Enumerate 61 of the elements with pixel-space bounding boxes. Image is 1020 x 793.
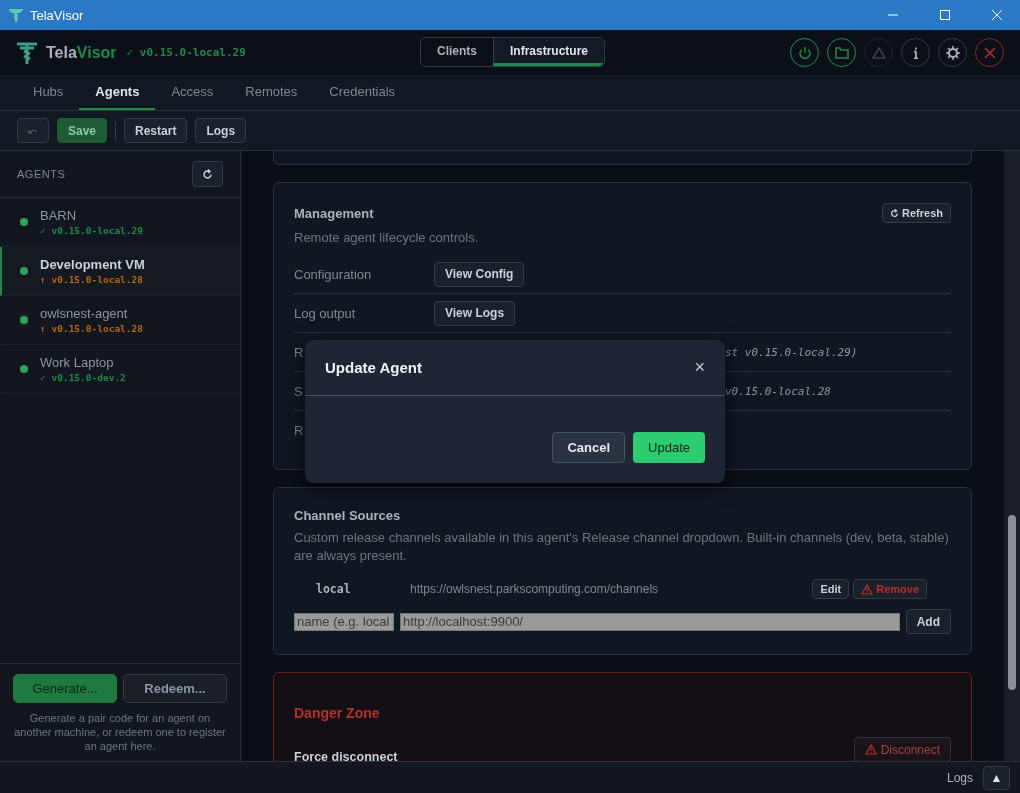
- section-title: Channel Sources: [294, 508, 402, 523]
- view-button[interactable]: View Config: [434, 261, 525, 287]
- pairing-hint: Generate a pair code for an agent on another machine, or redeem one to register an agent here.: [13, 711, 227, 753]
- close-button[interactable]: ×: [694, 357, 705, 378]
- cancel-button[interactable]: Cancel: [552, 432, 626, 463]
- section-description: Custom release channels available in this agent's Release channel dropdown. Built-in channels (dev, beta, stable) are always present.: [294, 529, 950, 565]
- refresh-icon: [890, 208, 900, 218]
- refresh-button[interactable]: Refresh: [882, 203, 951, 223]
- edit-button[interactable]: Edit: [812, 579, 850, 599]
- dialog-title: Update Agent: [325, 359, 422, 376]
- url-field[interactable]: http://localhost:9900/: [400, 612, 900, 631]
- channel-name: local: [315, 582, 352, 596]
- scrollbar[interactable]: [1004, 151, 1020, 761]
- toolbar-button[interactable]: Logs: [195, 118, 247, 143]
- agent-version: ↑ v0.15.0-local.28: [40, 323, 143, 334]
- channel-url: https://owlsnest.parkscomputing.com/channels: [410, 582, 660, 596]
- mode-tab[interactable]: Clients: [421, 38, 493, 66]
- row-label: R: [294, 344, 305, 360]
- brand-name: TelaVisor: [46, 43, 117, 62]
- window-title: TelaVisor: [30, 7, 84, 23]
- agent-item[interactable]: Development VM ↑ v0.15.0-local.28: [0, 247, 240, 296]
- row-value: v0.15.0-local.28: [724, 384, 832, 398]
- row-label: R: [294, 422, 305, 438]
- agent-version: ✓ v0.15.0-dev.2: [40, 372, 126, 383]
- agent-name: BARN: [40, 208, 78, 223]
- view-button[interactable]: View Logs: [434, 300, 516, 326]
- agent-name: owlsnest-agent: [40, 306, 129, 321]
- app-logo-icon: [8, 7, 24, 23]
- agent-item[interactable]: Work Laptop ✓ v0.15.0-dev.2: [0, 345, 240, 394]
- nav-tab[interactable]: Credentials: [313, 75, 412, 110]
- warning-icon: [864, 744, 877, 755]
- section-title: Danger Zone: [294, 705, 381, 721]
- agent-name: Work Laptop: [40, 355, 115, 370]
- agent-item[interactable]: owlsnest-agent ↑ v0.15.0-local.28: [0, 296, 240, 345]
- panel-toggle-button[interactable]: ▲: [983, 765, 1010, 790]
- app-logo-icon: [16, 40, 38, 65]
- refresh-icon: [202, 168, 213, 180]
- section-title: Management: [294, 205, 374, 221]
- logs-link[interactable]: Logs: [946, 770, 973, 785]
- row-label: Configuration: [294, 266, 373, 282]
- sidebar-heading: AGENTS: [17, 168, 66, 180]
- row-value: st v0.15.0-local.29): [724, 345, 859, 359]
- row-label: Log output: [294, 305, 357, 321]
- agent-name: Development VM: [40, 257, 145, 272]
- name-field[interactable]: name (e.g. local: [294, 612, 394, 631]
- version-label: ✓ v0.15.0-local.29: [126, 46, 246, 59]
- section-description: Remote agent lifecycle controls.: [294, 229, 480, 247]
- item-title: Force disconnect: [294, 750, 399, 761]
- warning-icon: [861, 583, 874, 595]
- update-button[interactable]: Update: [633, 432, 705, 463]
- nav-tab[interactable]: Access: [155, 75, 230, 110]
- row-label: S: [294, 383, 304, 399]
- agent-version: ↑ v0.15.0-local.28: [40, 274, 144, 285]
- mode-tab[interactable]: Infrastructure: [493, 38, 605, 66]
- nav-tab[interactable]: Remotes: [229, 75, 314, 110]
- add-button[interactable]: Add: [905, 609, 951, 634]
- agent-version: ✓ v0.15.0-local.29: [40, 225, 143, 236]
- redeem-button[interactable]: Redeem...: [123, 674, 227, 703]
- nav-tab[interactable]: Hubs: [17, 75, 80, 110]
- refresh-button[interactable]: [192, 161, 223, 187]
- toolbar-button[interactable]: Restart: [124, 118, 188, 143]
